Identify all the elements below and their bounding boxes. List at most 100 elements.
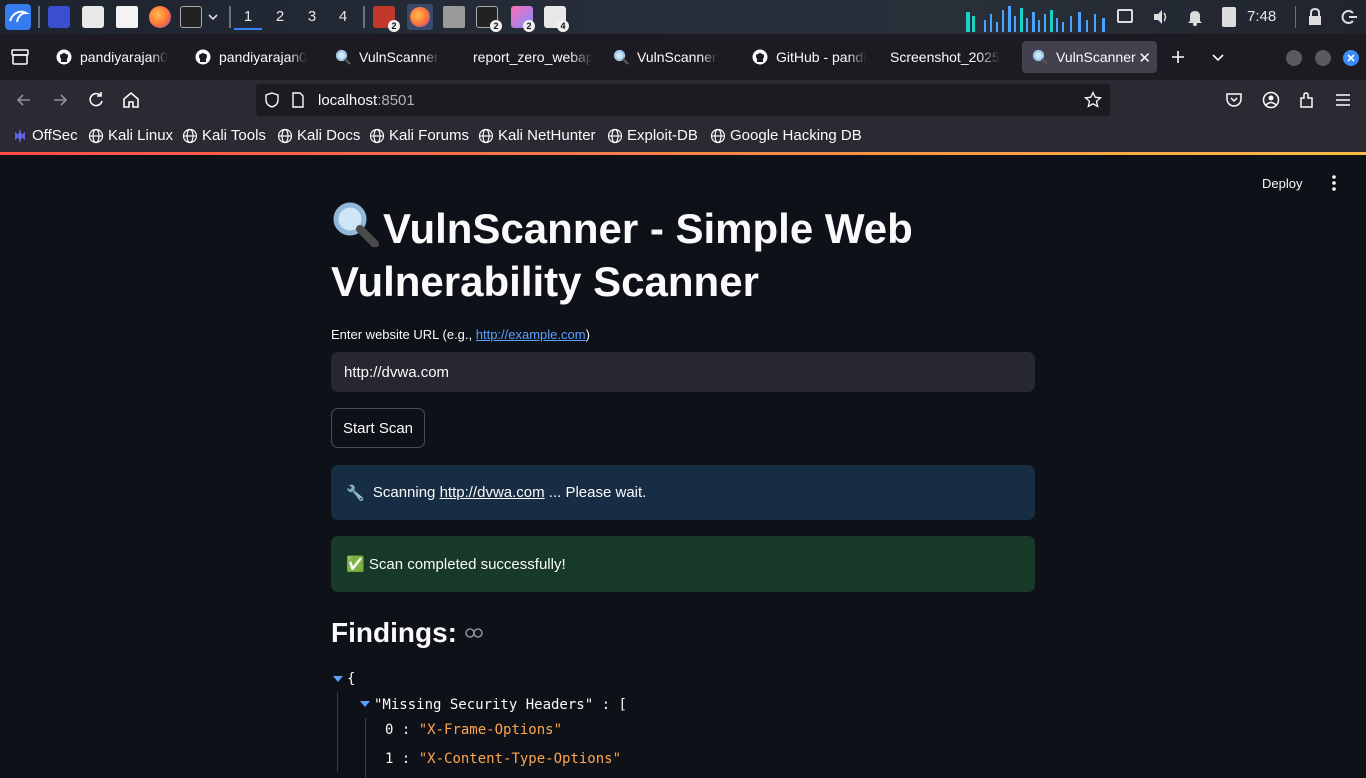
battery-icon[interactable] [1222, 7, 1236, 27]
home-icon[interactable] [121, 90, 141, 110]
streamlit-app: Deploy VulnScanner - Simple Web Vulnerab… [0, 155, 1366, 778]
browser-tab-bar: pandiyarajan0 pandiyarajan0 VulnScanner … [0, 34, 1366, 80]
logout-icon[interactable] [1340, 8, 1358, 26]
page-title: VulnScanner - Simple Web Vulnerability S… [331, 201, 1031, 308]
taskbar-separator [229, 6, 231, 28]
address-bar[interactable]: localhost:8501 [256, 84, 1110, 116]
tab-label: VulnScanner [1056, 49, 1136, 65]
window-count-badge: 2 [490, 20, 502, 32]
bookmark-kali-forums[interactable]: Kali Forums [369, 127, 469, 144]
show-desktop-icon[interactable] [48, 6, 70, 28]
window-count-badge: 4 [557, 20, 569, 32]
browser-tab[interactable]: pandiyarajan0 [185, 41, 315, 73]
window-count-badge: 2 [523, 20, 535, 32]
main-menu-icon[interactable] [1326, 174, 1342, 192]
magnifier-icon [1032, 49, 1048, 65]
json-open-brace: { [347, 671, 356, 687]
bookmark-kali-nethunter[interactable]: Kali NetHunter [478, 127, 596, 144]
back-arrow-icon[interactable] [14, 90, 34, 110]
extensions-icon[interactable] [1297, 90, 1317, 110]
collapse-toggle-icon[interactable] [333, 676, 343, 682]
document-icon[interactable] [443, 6, 465, 28]
browser-tab[interactable]: Screenshot_2025 [880, 41, 1010, 73]
collapse-toggle-icon[interactable] [360, 701, 370, 707]
tab-list-icon[interactable] [11, 49, 29, 65]
lock-icon[interactable] [1307, 8, 1323, 26]
github-icon [752, 49, 768, 65]
minimize-window-button[interactable] [1286, 50, 1302, 66]
cpu-graph-icon [966, 6, 1105, 32]
workspace-2[interactable]: 2 [266, 6, 294, 30]
deploy-button[interactable]: Deploy [1256, 174, 1308, 193]
browser-navigation-bar: localhost:8501 [0, 80, 1366, 120]
firefox-window-icon[interactable] [407, 4, 433, 30]
json-key-row: "Missing Security Headers" : [ [374, 697, 627, 713]
bookmark-google-hacking-db[interactable]: Google Hacking DB [710, 127, 862, 144]
wrench-icon: 🔧 [346, 484, 365, 502]
close-window-button[interactable] [1343, 50, 1359, 66]
chevron-down-icon[interactable] [207, 10, 219, 28]
reload-icon[interactable] [86, 90, 106, 110]
bookmark-kali-tools[interactable]: Kali Tools [182, 127, 266, 144]
browser-tab[interactable]: report_zero_webapp [463, 41, 593, 73]
volume-icon[interactable] [1152, 8, 1170, 26]
check-mark-icon: ✅ [346, 556, 365, 573]
json-indent-guide [365, 718, 366, 778]
browser-tab[interactable]: VulnScanner [325, 41, 455, 73]
example-link[interactable]: http://example.com [476, 327, 586, 342]
workspace-3[interactable]: 3 [298, 6, 326, 30]
json-indent-guide [337, 692, 338, 772]
taskbar-separator [38, 6, 40, 28]
anchor-link-icon[interactable] [465, 627, 483, 639]
terminal-icon[interactable] [180, 6, 202, 28]
bookmarks-toolbar: OffSec Kali Linux Kali Tools Kali Docs K… [0, 120, 1366, 152]
new-tab-icon[interactable] [1170, 49, 1186, 65]
account-icon[interactable] [1261, 90, 1281, 110]
url-input-label: Enter website URL (e.g., http://example.… [331, 327, 590, 342]
page-title-text: VulnScanner - Simple Web Vulnerability S… [331, 205, 913, 305]
maximize-window-button[interactable] [1315, 50, 1331, 66]
browser-tab-active[interactable]: VulnScanner ✕ [1022, 41, 1157, 73]
workspace-1[interactable]: 1 [234, 6, 262, 30]
clock[interactable]: 7:48 [1247, 8, 1276, 25]
display-icon[interactable] [1117, 9, 1133, 23]
scanning-info-alert: 🔧 Scanning http://dvwa.com ... Please wa… [331, 465, 1035, 520]
start-scan-button[interactable]: Start Scan [331, 408, 425, 448]
url-text: localhost:8501 [318, 92, 415, 109]
firefox-icon[interactable] [149, 6, 171, 28]
window-count-badge: 2 [388, 20, 400, 32]
bookmark-exploit-db[interactable]: Exploit-DB [607, 127, 698, 144]
url-input[interactable] [331, 352, 1035, 392]
json-array-item: 0 : "X-Frame-Options" [385, 722, 563, 738]
globe-icon [182, 128, 198, 143]
github-icon [56, 49, 72, 65]
globe-icon [88, 128, 104, 143]
bookmark-kali-docs[interactable]: Kali Docs [277, 127, 360, 144]
pocket-icon[interactable] [1224, 90, 1244, 110]
workspace-4[interactable]: 4 [329, 6, 357, 30]
globe-icon [369, 128, 385, 143]
chevron-down-icon[interactable] [1211, 50, 1225, 64]
globe-icon [607, 128, 623, 143]
file-manager-icon[interactable] [82, 6, 104, 28]
tab-label: report_zero_webapp [473, 49, 593, 65]
text-editor-icon[interactable] [116, 6, 138, 28]
browser-tab[interactable]: GitHub - pandi [742, 41, 872, 73]
bookmark-offsec[interactable]: OffSec [12, 127, 78, 144]
taskbar-separator [363, 6, 365, 28]
page-info-icon[interactable] [291, 92, 305, 108]
browser-tab[interactable]: VulnScanner [603, 41, 733, 73]
bookmark-kali-linux[interactable]: Kali Linux [88, 127, 173, 144]
bookmark-star-icon[interactable] [1084, 91, 1102, 109]
scanned-url-link[interactable]: http://dvwa.com [440, 484, 545, 501]
scan-success-alert: ✅ Scan completed successfully! [331, 536, 1035, 592]
kali-menu-icon[interactable] [5, 4, 31, 30]
shield-icon[interactable] [264, 92, 280, 108]
browser-tab[interactable]: pandiyarajan0 [46, 41, 176, 73]
hamburger-menu-icon[interactable] [1333, 90, 1353, 110]
forward-arrow-icon[interactable] [50, 90, 70, 110]
notification-bell-icon[interactable] [1187, 8, 1203, 26]
tab-label: GitHub - pandi [776, 49, 867, 65]
close-tab-icon[interactable]: ✕ [1138, 49, 1151, 67]
json-array-item: 1 : "X-Content-Type-Options" [385, 751, 622, 767]
